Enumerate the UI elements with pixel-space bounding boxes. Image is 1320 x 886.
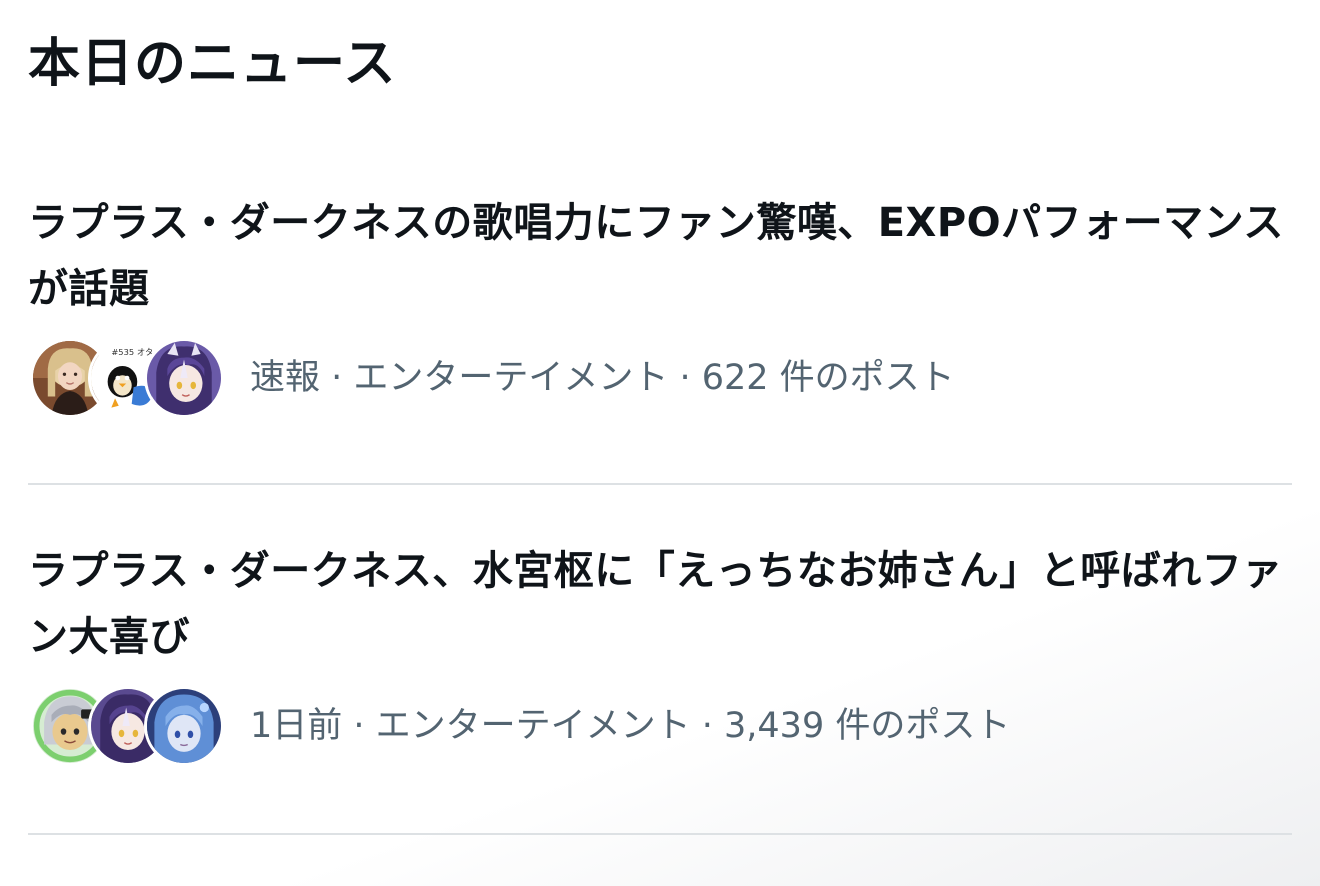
avatar-stack (30, 684, 226, 768)
news-item[interactable]: ラプラス・ダークネス、水宮枢に「えっちなお姉さん」と呼ばれファン大喜び 1日前 … (0, 538, 1320, 834)
avatar (144, 338, 224, 418)
section-title: 本日のニュース (28, 34, 397, 94)
news-meta: 速報 · エンターテイメント · 622 件のポスト (250, 358, 955, 398)
avatar (144, 686, 224, 766)
avatar-stack: #535 オタマ (30, 336, 226, 420)
news-meta-row: 1日前 · エンターテイメント · 3,439 件のポスト (30, 684, 1290, 768)
news-headline[interactable]: ラプラス・ダークネス、水宮枢に「えっちなお姉さん」と呼ばれファン大喜び (28, 538, 1298, 670)
news-meta-row: #535 オタマ 速報 · エンターテイメント · 622 件のポスト (30, 336, 1290, 420)
news-item[interactable]: ラプラス・ダークネスの歌唱力にファン驚嘆、EXPOパフォーマンスが話題 #535… (0, 190, 1320, 484)
divider (28, 833, 1292, 835)
news-meta: 1日前 · エンターテイメント · 3,439 件のポスト (250, 706, 1011, 746)
divider (28, 483, 1292, 485)
news-headline[interactable]: ラプラス・ダークネスの歌唱力にファン驚嘆、EXPOパフォーマンスが話題 (28, 190, 1298, 322)
